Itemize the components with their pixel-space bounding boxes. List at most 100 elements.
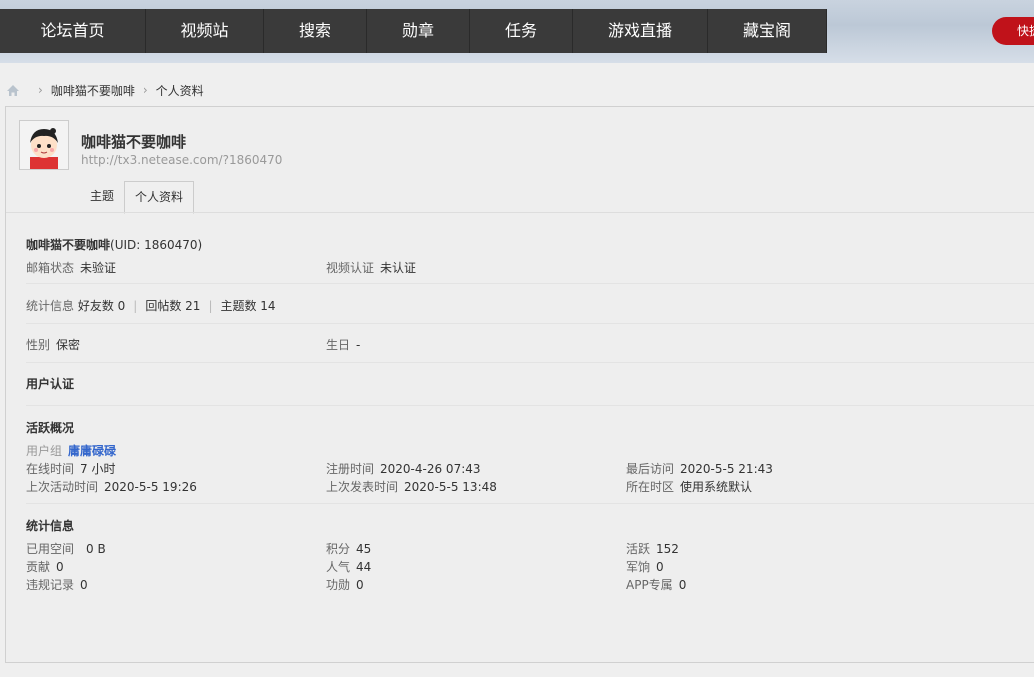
last-visit-value: 2020-5-5 21:43 — [680, 462, 773, 476]
app-label: APP专属 — [626, 578, 673, 592]
uid-value: (UID: 1860470) — [110, 238, 203, 252]
nav-tasks[interactable]: 任务 — [470, 9, 573, 53]
tz-value: 使用系统默认 — [680, 480, 753, 494]
divider — [26, 503, 1034, 504]
tabs-divider — [6, 212, 1034, 213]
uid-name: 咖啡猫不要咖啡 — [26, 238, 111, 252]
separator: | — [133, 299, 138, 313]
user-group-row: 用户组 庸庸碌碌 — [26, 442, 116, 459]
gender-label: 性别 — [26, 338, 51, 352]
points-label: 积分 — [326, 542, 351, 556]
home-icon[interactable] — [6, 84, 20, 97]
space-value: 0 B — [86, 542, 106, 556]
breadcrumb: › 咖啡猫不要咖啡 › 个人资料 — [6, 81, 204, 99]
email-value: 未验证 — [80, 261, 117, 275]
nav-search[interactable]: 搜索 — [264, 9, 367, 53]
chevron-right-icon: › — [142, 83, 148, 97]
gender-value: 保密 — [56, 338, 81, 352]
salary-value: 0 — [656, 560, 664, 574]
friends-link[interactable]: 好友数 0 — [78, 299, 125, 313]
birthday-value: - — [356, 338, 361, 352]
group-link[interactable]: 庸庸碌碌 — [68, 444, 116, 458]
reg-value: 2020-4-26 07:43 — [380, 462, 481, 476]
contrib-label: 贡献 — [26, 560, 51, 574]
profile-url[interactable]: http://tx3.netease.com/?1860470 — [81, 153, 282, 167]
divider — [26, 362, 1034, 363]
nav-game-live[interactable]: 游戏直播 — [573, 9, 708, 53]
merit-value: 0 — [356, 578, 364, 592]
statinfo-title: 统计信息 — [26, 519, 75, 533]
active-label: 活跃 — [626, 542, 651, 556]
app-value: 0 — [678, 578, 687, 592]
divider — [26, 405, 1034, 406]
activity-title: 活跃概况 — [26, 421, 75, 435]
online-value: 7 小时 — [80, 462, 116, 476]
threads-link[interactable]: 主题数 14 — [220, 299, 275, 313]
chevron-right-icon: › — [38, 83, 43, 97]
replies-link[interactable]: 回帖数 21 — [145, 299, 200, 313]
video-value: 未认证 — [380, 261, 417, 275]
merit: 功勋 0 — [326, 576, 364, 593]
space-label: 已用空间 — [26, 542, 75, 556]
contribution: 贡献 0 — [26, 558, 64, 575]
online-label: 在线时间 — [26, 462, 75, 476]
nav-treasure[interactable]: 藏宝阁 — [708, 9, 827, 53]
stats-row: 统计信息 好友数 0 | 回帖数 21 | 主题数 14 — [26, 297, 276, 314]
user-cert-title: 用户认证 — [26, 377, 75, 391]
birthday-label: 生日 — [326, 338, 351, 352]
points-value: 45 — [356, 542, 372, 556]
avatar[interactable] — [19, 120, 69, 170]
violation: 违规记录 0 — [26, 576, 88, 593]
main-nav: 论坛首页 视频站 搜索 勋章 任务 游戏直播 藏宝阁 — [0, 9, 827, 53]
salary-label: 军饷 — [626, 560, 651, 574]
violation-value: 0 — [80, 578, 88, 592]
online-time: 在线时间 7 小时 — [26, 460, 115, 477]
space-used: 已用空间 0 B — [26, 540, 106, 557]
salary: 军饷 0 — [626, 558, 664, 575]
active-value: 152 — [656, 542, 679, 556]
last-visit: 最后访问 2020-5-5 21:43 — [626, 460, 773, 477]
contrib-value: 0 — [56, 560, 64, 574]
email-label: 邮箱状态 — [26, 261, 75, 275]
pop-label: 人气 — [326, 560, 351, 574]
last-post-label: 上次发表时间 — [326, 480, 399, 494]
gender-row: 性别 保密 — [26, 336, 80, 353]
separator: | — [208, 299, 213, 313]
app-exclusive: APP专属 0 — [626, 576, 686, 593]
birthday-row: 生日 - — [326, 336, 360, 353]
last-active: 上次活动时间 2020-5-5 19:26 — [26, 478, 197, 495]
last-post-value: 2020-5-5 13:48 — [404, 480, 497, 494]
last-post: 上次发表时间 2020-5-5 13:48 — [326, 478, 497, 495]
violation-label: 违规记录 — [26, 578, 75, 592]
timezone: 所在时区 使用系统默认 — [626, 478, 752, 495]
breadcrumb-page: 个人资料 — [155, 83, 204, 98]
last-visit-label: 最后访问 — [626, 462, 675, 476]
tab-threads[interactable]: 主题 — [80, 181, 124, 212]
video-label: 视频认证 — [326, 261, 375, 275]
breadcrumb-user[interactable]: 咖啡猫不要咖啡 — [51, 82, 135, 99]
video-status: 视频认证 未认证 — [326, 259, 416, 276]
nav-forum-home[interactable]: 论坛首页 — [0, 9, 146, 53]
tz-label: 所在时区 — [626, 480, 675, 494]
group-label: 用户组 — [26, 444, 63, 458]
register-time: 注册时间 2020-4-26 07:43 — [326, 460, 481, 477]
nav-video-site[interactable]: 视频站 — [146, 9, 264, 53]
merit-label: 功勋 — [326, 578, 351, 592]
last-active-value: 2020-5-5 19:26 — [104, 480, 197, 494]
last-active-label: 上次活动时间 — [26, 480, 99, 494]
popularity: 人气 44 — [326, 558, 371, 575]
profile-username: 咖啡猫不要咖啡 — [81, 133, 187, 151]
profile-tabs: 主题 个人资料 — [80, 181, 195, 214]
email-status: 邮箱状态 未验证 — [26, 259, 116, 276]
divider — [26, 283, 1034, 284]
quick-button[interactable]: 快捷 — [992, 17, 1034, 45]
stats-label: 统计信息 — [26, 299, 75, 313]
tab-profile[interactable]: 个人资料 — [124, 181, 195, 214]
pop-value: 44 — [356, 560, 372, 574]
activeness: 活跃 152 — [626, 540, 679, 557]
uid-row: 咖啡猫不要咖啡(UID: 1860470) — [26, 236, 202, 253]
profile-panel: 咖啡猫不要咖啡 http://tx3.netease.com/?1860470 … — [5, 106, 1034, 663]
divider — [26, 323, 1034, 324]
nav-medals[interactable]: 勋章 — [367, 9, 470, 53]
reg-label: 注册时间 — [326, 462, 375, 476]
